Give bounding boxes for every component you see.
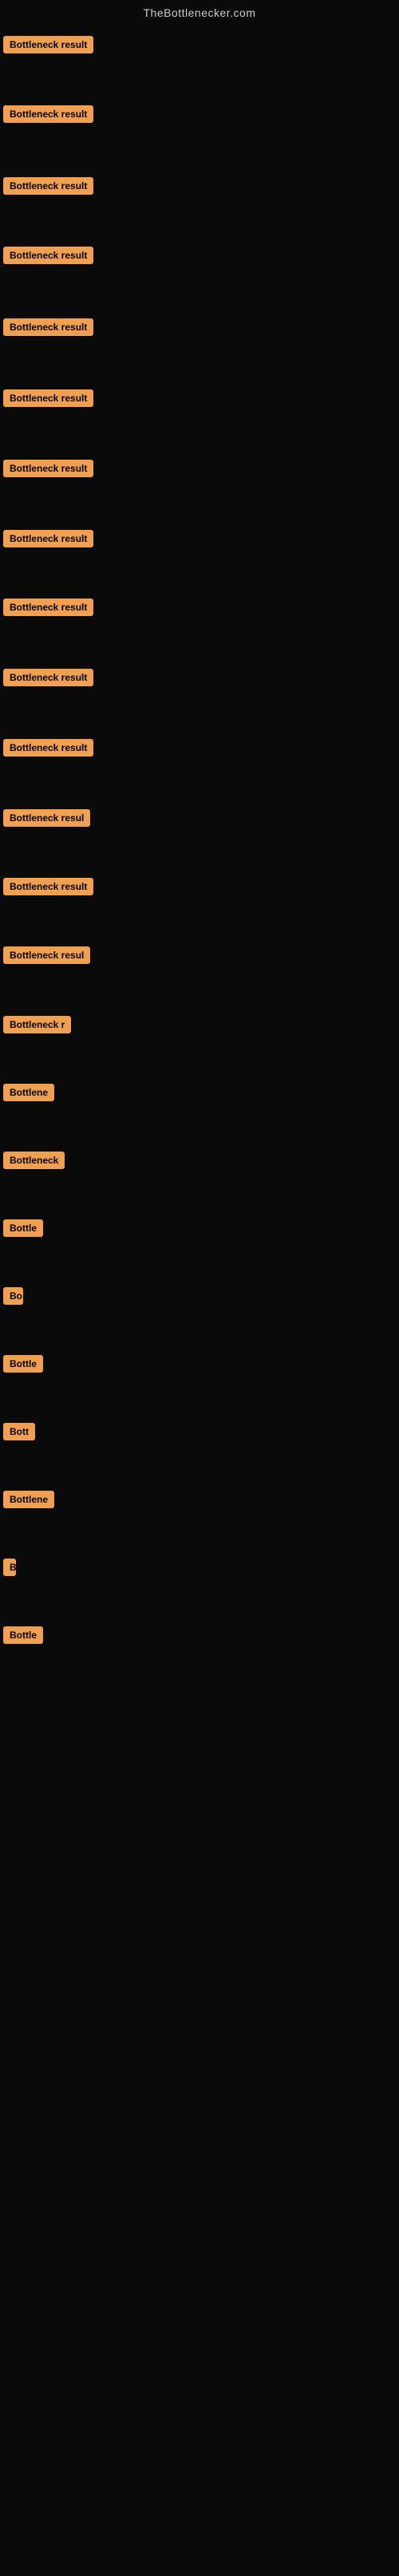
bottleneck-badge-9[interactable]: Bottleneck result	[3, 599, 93, 616]
result-row-18: Bottle	[3, 1219, 43, 1241]
bottleneck-badge-22[interactable]: Bottlene	[3, 1491, 54, 1508]
bottleneck-badge-20[interactable]: Bottle	[3, 1355, 43, 1373]
bottleneck-badge-14[interactable]: Bottleneck resul	[3, 946, 90, 964]
bottleneck-badge-1[interactable]: Bottleneck result	[3, 36, 93, 53]
bottleneck-badge-17[interactable]: Bottleneck	[3, 1152, 65, 1169]
bottleneck-badge-18[interactable]: Bottle	[3, 1219, 43, 1237]
result-row-10: Bottleneck result	[3, 669, 93, 690]
bottleneck-badge-19[interactable]: Bo	[3, 1287, 23, 1305]
result-row-2: Bottleneck result	[3, 105, 93, 127]
result-row-5: Bottleneck result	[3, 318, 93, 340]
result-row-24: Bottle	[3, 1626, 43, 1648]
result-row-13: Bottleneck result	[3, 878, 93, 899]
result-row-15: Bottleneck r	[3, 1016, 71, 1037]
bottleneck-badge-15[interactable]: Bottleneck r	[3, 1016, 71, 1033]
result-row-4: Bottleneck result	[3, 247, 93, 268]
bottleneck-badge-24[interactable]: Bottle	[3, 1626, 43, 1644]
result-row-20: Bottle	[3, 1355, 43, 1377]
result-row-17: Bottleneck	[3, 1152, 65, 1173]
result-row-14: Bottleneck resul	[3, 946, 90, 968]
result-row-16: Bottlene	[3, 1084, 54, 1105]
result-row-7: Bottleneck result	[3, 460, 93, 481]
bottleneck-badge-3[interactable]: Bottleneck result	[3, 177, 93, 195]
result-row-9: Bottleneck result	[3, 599, 93, 620]
bottleneck-badge-4[interactable]: Bottleneck result	[3, 247, 93, 264]
bottleneck-badge-8[interactable]: Bottleneck result	[3, 530, 93, 547]
bottleneck-badge-6[interactable]: Bottleneck result	[3, 389, 93, 407]
bottleneck-badge-5[interactable]: Bottleneck result	[3, 318, 93, 336]
result-row-1: Bottleneck result	[3, 36, 93, 57]
bottleneck-badge-13[interactable]: Bottleneck result	[3, 878, 93, 895]
bottleneck-badge-16[interactable]: Bottlene	[3, 1084, 54, 1101]
bottleneck-badge-7[interactable]: Bottleneck result	[3, 460, 93, 477]
site-title: TheBottlenecker.com	[0, 0, 399, 22]
result-row-6: Bottleneck result	[3, 389, 93, 411]
bottleneck-badge-23[interactable]: B	[3, 1559, 16, 1576]
result-row-21: Bott	[3, 1423, 35, 1444]
result-row-22: Bottlene	[3, 1491, 54, 1512]
bottleneck-badge-2[interactable]: Bottleneck result	[3, 105, 93, 123]
bottleneck-badge-21[interactable]: Bott	[3, 1423, 35, 1440]
result-row-12: Bottleneck resul	[3, 809, 90, 831]
bottleneck-badge-10[interactable]: Bottleneck result	[3, 669, 93, 686]
bottleneck-badge-11[interactable]: Bottleneck result	[3, 739, 93, 757]
result-row-23: B	[3, 1559, 16, 1580]
result-row-3: Bottleneck result	[3, 177, 93, 199]
result-row-19: Bo	[3, 1287, 23, 1309]
result-row-11: Bottleneck result	[3, 739, 93, 761]
bottleneck-badge-12[interactable]: Bottleneck resul	[3, 809, 90, 827]
result-row-8: Bottleneck result	[3, 530, 93, 551]
